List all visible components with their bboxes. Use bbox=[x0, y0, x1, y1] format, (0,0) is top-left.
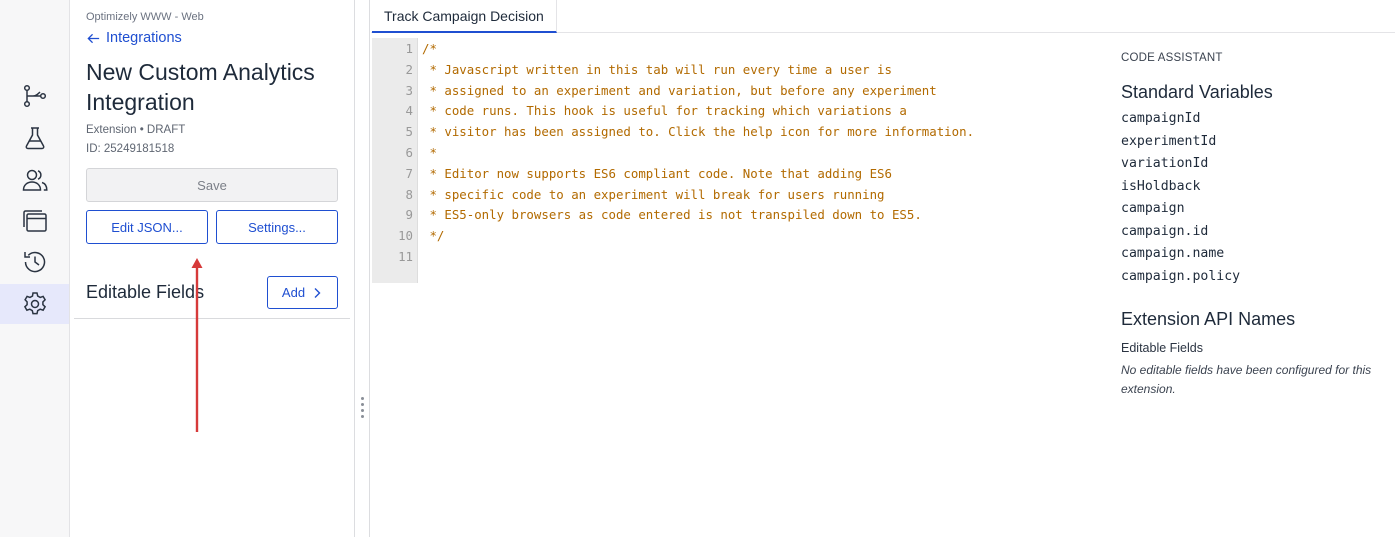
variable-item: experimentId bbox=[1121, 133, 1217, 149]
variable-item: campaign.name bbox=[1121, 246, 1225, 261]
rail-item-history[interactable] bbox=[0, 242, 69, 282]
add-button-label: Add bbox=[281, 285, 306, 300]
back-to-integrations-link[interactable]: Integrations bbox=[86, 30, 182, 46]
add-field-button[interactable]: Add bbox=[267, 276, 338, 309]
editor-tab-bar: Track Campaign Decision bbox=[371, 0, 1395, 33]
back-link-label: Integrations bbox=[106, 30, 182, 46]
code-text: * bbox=[422, 145, 437, 160]
panel-resize-handle[interactable] bbox=[355, 0, 370, 537]
extension-api-names-title: Extension API Names bbox=[1121, 309, 1296, 329]
variable-item: isHoldback bbox=[1121, 178, 1201, 194]
chevron-right-icon bbox=[314, 287, 321, 298]
standard-variables-title: Standard Variables bbox=[1121, 82, 1273, 102]
annotation-arrow bbox=[191, 258, 203, 432]
extension-id: ID: 25249181518 bbox=[86, 143, 175, 155]
rail-item-audiences[interactable] bbox=[0, 160, 69, 200]
line-number: 4 bbox=[405, 103, 413, 119]
line-number: 7 bbox=[405, 165, 413, 181]
line-number: 10 bbox=[398, 228, 413, 244]
flow-branch-icon bbox=[23, 84, 46, 108]
code-text: /* bbox=[422, 41, 437, 56]
variable-item: campaign.policy bbox=[1121, 268, 1241, 284]
extension-status: Extension • DRAFT bbox=[86, 124, 186, 136]
integration-panel: Optimizely WWW - Web Integrations New Cu… bbox=[70, 0, 355, 537]
line-number: 3 bbox=[405, 82, 413, 98]
rail-item-settings[interactable] bbox=[0, 284, 69, 324]
history-icon bbox=[23, 251, 45, 273]
left-icon-rail bbox=[0, 0, 70, 537]
code-text: * Editor now supports ES6 compliant code… bbox=[422, 165, 892, 181]
page-title: New Custom Analytics Integration bbox=[86, 59, 315, 115]
variable-item: campaign.id bbox=[1121, 223, 1209, 239]
variable-item: variationId bbox=[1121, 156, 1209, 171]
flask-icon bbox=[25, 127, 44, 150]
code-editor[interactable]: 1 /* 2 * Javascript written in this tab wi… bbox=[372, 38, 1092, 284]
code-text: * visitor has been assigned to. Click th… bbox=[422, 124, 975, 140]
users-icon bbox=[22, 169, 48, 191]
editable-fields-label: Editable Fields bbox=[1121, 341, 1203, 355]
save-button[interactable]: Save bbox=[86, 168, 338, 202]
line-number: 11 bbox=[398, 249, 413, 264]
edit-json-button[interactable]: Edit JSON... bbox=[86, 210, 208, 244]
line-number: 9 bbox=[405, 207, 413, 223]
rail-item-pages[interactable] bbox=[0, 201, 69, 241]
variable-item: campaignId bbox=[1121, 111, 1201, 126]
code-assistant-heading: CODE ASSISTANT bbox=[1121, 52, 1223, 64]
code-text: * ES5-only browsers as code entered is n… bbox=[422, 207, 922, 223]
code-text: * Javascript written in this tab will ru… bbox=[422, 61, 892, 77]
gear-icon bbox=[23, 292, 46, 315]
code-text: */ bbox=[422, 228, 445, 244]
rail-item-experiments[interactable] bbox=[0, 118, 69, 158]
line-number: 8 bbox=[405, 186, 413, 202]
line-number: 1 bbox=[405, 41, 413, 56]
no-editable-fields-note: No editable fields have been configured … bbox=[1121, 363, 1372, 396]
variable-item: campaign bbox=[1121, 201, 1185, 216]
project-name: Optimizely WWW - Web bbox=[86, 11, 204, 23]
code-text: * assigned to an experiment and variatio… bbox=[422, 82, 937, 98]
editable-fields-divider bbox=[74, 318, 350, 319]
code-text: * code runs. This hook is useful for tra… bbox=[422, 103, 907, 119]
tab-track-campaign-decision[interactable]: Track Campaign Decision bbox=[372, 0, 557, 33]
rail-item-flows[interactable] bbox=[0, 76, 69, 116]
line-number: 5 bbox=[405, 124, 413, 140]
drag-grip-icon bbox=[361, 397, 364, 418]
settings-button[interactable]: Settings... bbox=[216, 210, 338, 244]
code-text: * specific code to an experiment will br… bbox=[422, 186, 885, 202]
windows-icon bbox=[22, 210, 47, 232]
line-number: 2 bbox=[405, 61, 413, 77]
line-number: 6 bbox=[405, 145, 413, 160]
editable-fields-title: Editable Fields bbox=[86, 282, 205, 302]
arrow-left-icon bbox=[87, 33, 100, 43]
